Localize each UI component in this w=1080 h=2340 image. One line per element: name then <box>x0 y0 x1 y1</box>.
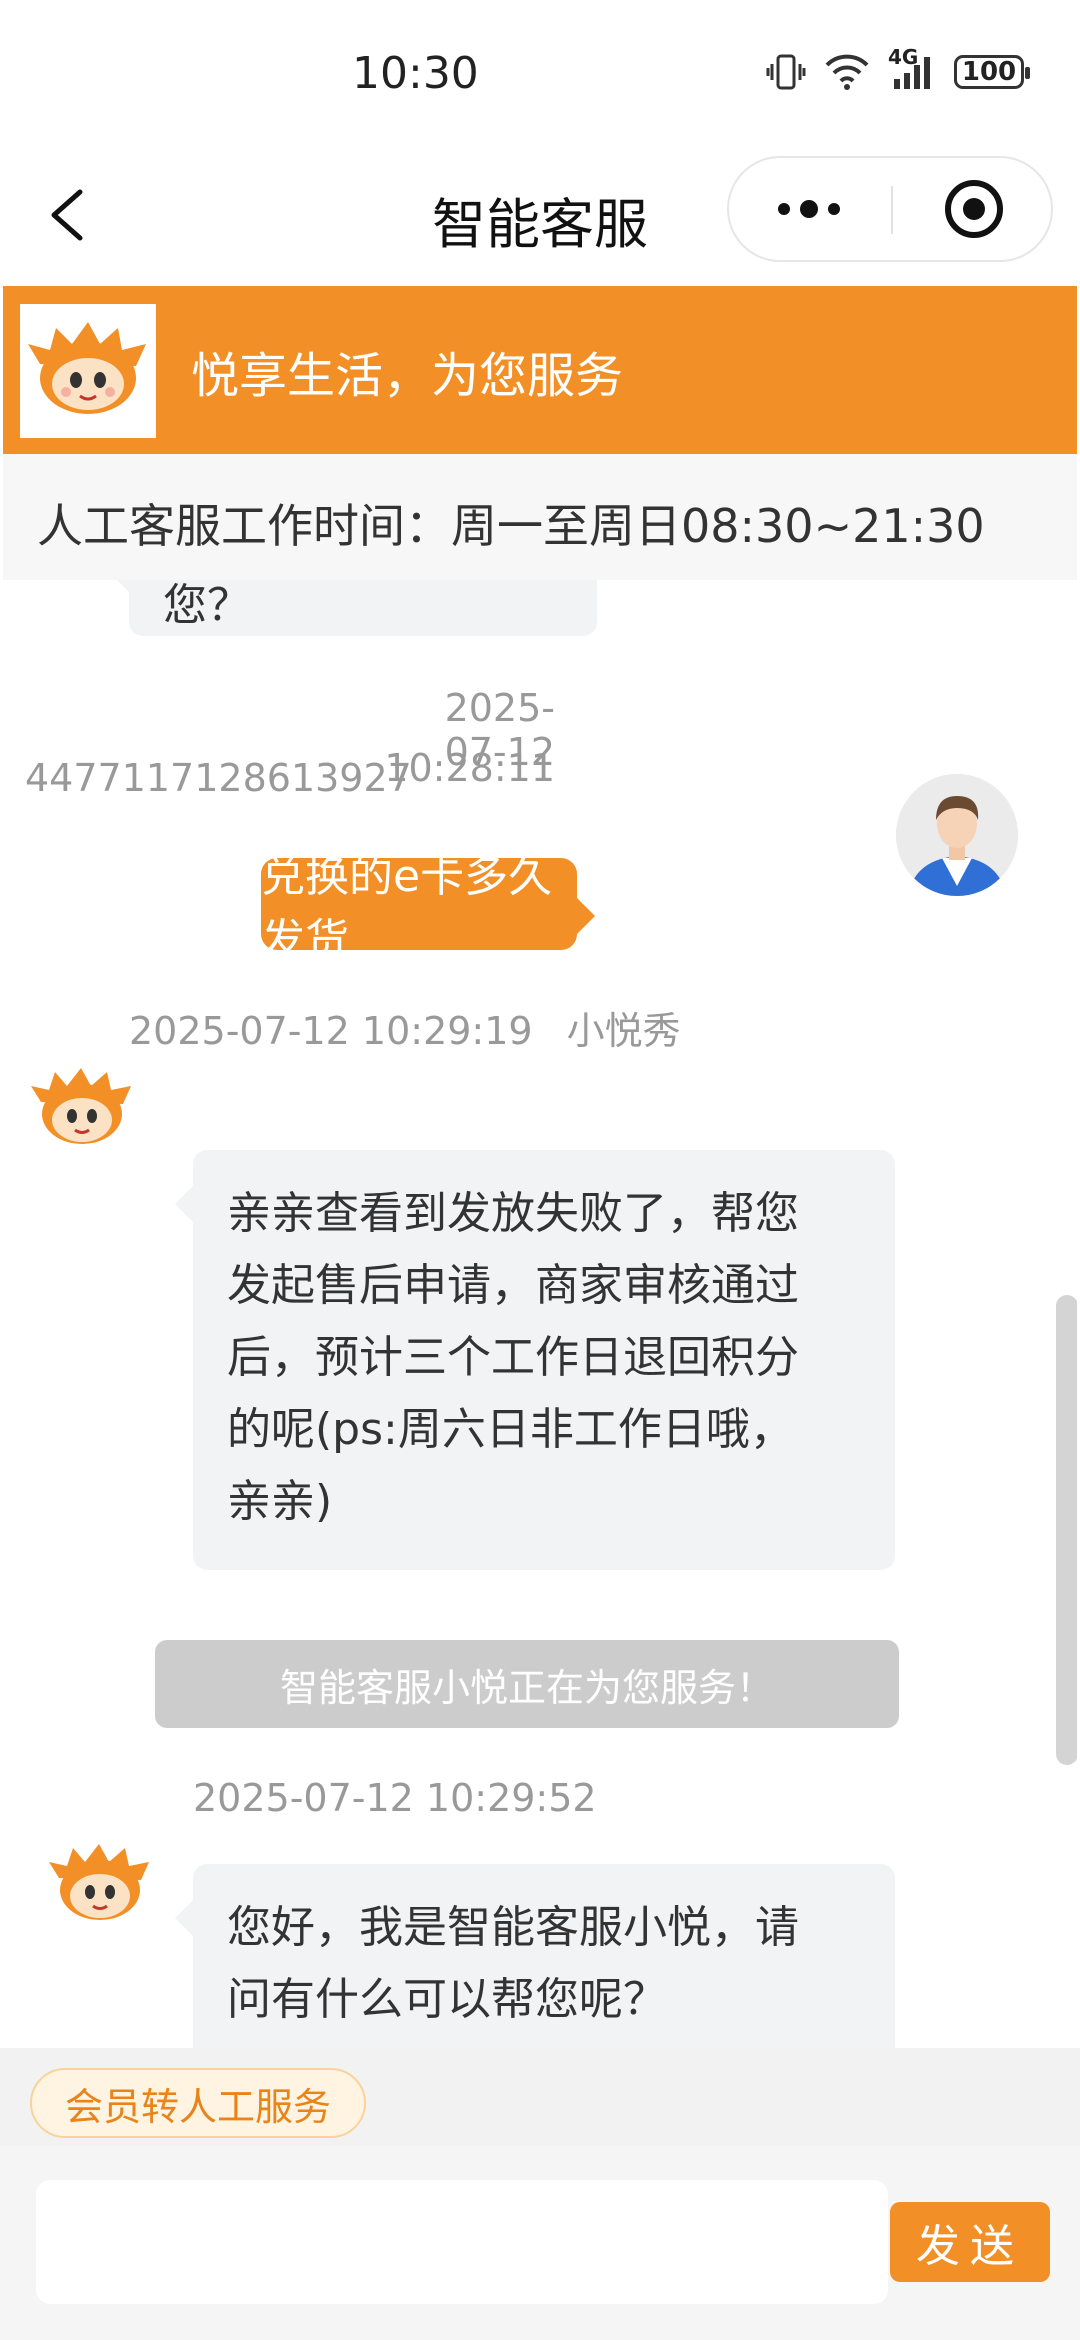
user-avatar-icon <box>896 774 1018 896</box>
monkey-mascot-icon <box>28 322 146 414</box>
message-line: 亲亲) <box>227 1476 333 1527</box>
capsule-divider <box>891 186 893 234</box>
message-line: 的呢(ps:周六日非工作日哦， <box>227 1404 794 1455</box>
banner-slogan: 悦享生活，为您服务 <box>191 348 624 404</box>
message-text: 兑换的e卡多久发货 <box>261 851 553 966</box>
message-input[interactable] <box>36 2180 888 2304</box>
quick-action-bar: 会员转人工服务 <box>0 2048 1080 2146</box>
bot-message-bubble: 您？ <box>111 580 597 636</box>
nav-bar: 智能客服 <box>0 150 1080 280</box>
bot-message-bubble-main: 亲亲查看到发放失败了，帮您 发起售后申请，商家审核通过 后，预计三个工作日退回积… <box>175 1150 895 1570</box>
bot-avatar <box>45 1838 155 1928</box>
back-button[interactable] <box>40 180 100 250</box>
more-dots-icon <box>778 200 840 218</box>
bot-message-bubble-main: 您好，我是智能客服小悦，请 问有什么可以帮您呢？ <box>175 1864 895 2048</box>
message-timestamp: 2025-07-12 10:29:52 <box>193 1776 597 1820</box>
message-line: 问有什么可以帮您呢？ <box>227 1974 667 2025</box>
service-hours-bar: 人工客服工作时间：周一至周日08:30~21:30 <box>3 454 1077 580</box>
system-notice: 智能客服小悦正在为您服务！ <box>155 1640 899 1728</box>
brand-logo <box>20 304 156 438</box>
user-message-bubble: 兑换的e卡多久发货 <box>261 851 595 966</box>
message-line: 亲亲查看到发放失败了，帮您 <box>227 1188 799 1239</box>
chevron-left-icon <box>51 189 83 241</box>
chat-scrollbar[interactable] <box>1056 1295 1077 1765</box>
bot-avatar <box>27 1062 137 1152</box>
vibrate-icon <box>766 54 806 90</box>
close-mini-program-button[interactable] <box>895 158 1053 260</box>
timestamp-text: 2025-07-12 10:29:52 <box>193 1776 597 1820</box>
target-close-icon <box>945 180 1003 238</box>
battery-icon: 100 <box>954 55 1030 89</box>
user-id: 4477117128613927 <box>25 756 412 800</box>
timestamp-text: 2025-07-12 10:29:19 <box>129 1009 533 1053</box>
agent-name: 小悦秀 <box>566 1009 681 1053</box>
message-line: 发起售后申请，商家审核通过 <box>227 1260 799 1311</box>
service-hours-text: 人工客服工作时间：周一至周日08:30~21:30 <box>37 499 985 553</box>
send-button[interactable]: 发送 <box>890 2202 1050 2282</box>
cellular-signal-icon: 4G <box>888 45 936 91</box>
message-text: 您？ <box>163 580 251 631</box>
chat-area[interactable]: 您？ 4477117128613927 2025-07-12 10:28:11 … <box>3 580 1077 2048</box>
monkey-mascot-icon <box>31 1068 131 1144</box>
monkey-mascot-icon <box>49 1844 149 1920</box>
service-banner: 悦享生活，为您服务 <box>3 286 1077 454</box>
mini-program-capsule <box>727 156 1053 262</box>
status-bar: 10:30 4G 100 <box>0 0 1080 150</box>
message-timestamp: 2025-07-12 10:29:19 小悦秀 <box>129 1000 681 1055</box>
user-avatar[interactable] <box>896 774 1018 896</box>
message-time: 10:28:11 <box>384 746 555 790</box>
transfer-to-human-button[interactable]: 会员转人工服务 <box>30 2068 366 2138</box>
input-bar: 发送 <box>0 2146 1080 2340</box>
more-button[interactable] <box>729 158 889 260</box>
message-line: 后，预计三个工作日退回积分 <box>227 1332 799 1383</box>
message-line: 您好，我是智能客服小悦，请 <box>227 1902 799 1953</box>
wifi-icon <box>825 54 869 90</box>
status-icons: 4G 100 <box>766 45 1030 92</box>
status-time: 10:30 <box>352 48 479 99</box>
